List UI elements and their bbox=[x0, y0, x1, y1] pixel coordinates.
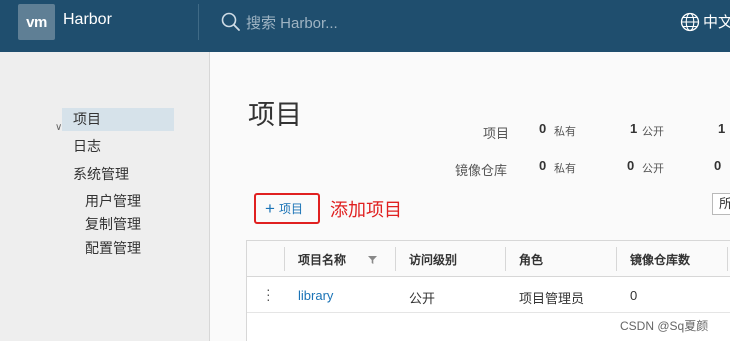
column-separator bbox=[727, 247, 728, 271]
language-selector[interactable]: 中文 bbox=[703, 11, 730, 32]
repos-public-label: 公开 bbox=[642, 163, 664, 175]
app-brand[interactable]: Harbor bbox=[63, 11, 112, 29]
vmware-logo[interactable]: vm bbox=[18, 4, 55, 40]
repos-stat-label: 镜像仓库 bbox=[455, 163, 508, 178]
role-cell: 项目管理员 bbox=[519, 291, 585, 306]
chevron-down-icon[interactable]: ∨ bbox=[55, 122, 62, 133]
projects-total-count: 1 bbox=[718, 121, 726, 136]
search-icon[interactable] bbox=[221, 12, 241, 32]
sidebar-item-logs[interactable]: 日志 bbox=[62, 135, 174, 158]
repos-public-count: 0 bbox=[627, 158, 635, 173]
kebab-menu-icon[interactable]: · · · bbox=[266, 282, 271, 306]
new-project-label: 项目 bbox=[278, 202, 303, 216]
sidebar-item-user-management[interactable]: 用户管理 bbox=[85, 191, 141, 211]
projects-private-label: 私有 bbox=[554, 126, 576, 138]
projects-public-count: 1 bbox=[630, 121, 638, 136]
column-header-project-name[interactable]: 项目名称 bbox=[298, 251, 346, 268]
plus-icon: + bbox=[265, 199, 275, 218]
repos-private-label: 私有 bbox=[554, 163, 576, 175]
filter-icon[interactable] bbox=[368, 256, 377, 264]
table-header: 项目名称 访问级别 角色 镜像仓库数 bbox=[247, 241, 730, 277]
projects-public-label: 公开 bbox=[642, 126, 664, 138]
column-separator bbox=[395, 247, 396, 271]
column-header-access-level[interactable]: 访问级别 bbox=[409, 251, 457, 268]
header-divider bbox=[198, 4, 199, 40]
project-name-link[interactable]: library bbox=[298, 288, 333, 303]
column-header-repo-count[interactable]: 镜像仓库数 bbox=[630, 251, 690, 268]
sidebar-item-projects[interactable]: 项目 bbox=[62, 108, 174, 131]
repos-total-count: 0 bbox=[714, 158, 722, 173]
table-row[interactable]: · · · library 公开 项目管理员 0 bbox=[247, 277, 730, 313]
column-separator bbox=[505, 247, 506, 271]
globe-icon[interactable] bbox=[680, 12, 700, 32]
repos-private-count: 0 bbox=[539, 158, 547, 173]
new-project-button[interactable]: + 项目 bbox=[254, 193, 320, 224]
repo-count-cell: 0 bbox=[630, 288, 638, 303]
column-header-role[interactable]: 角色 bbox=[519, 251, 543, 268]
column-separator bbox=[284, 247, 285, 271]
sidebar-item-system-admin[interactable]: 系统管理 bbox=[62, 163, 174, 186]
search-input[interactable]: 搜索 Harbor... bbox=[246, 12, 338, 33]
top-header: vm Harbor 搜索 Harbor... 中文 bbox=[0, 0, 730, 52]
watermark: CSDN @Sq夏颜 bbox=[620, 319, 709, 333]
access-level-cell: 公开 bbox=[409, 291, 436, 306]
sidebar-item-configuration[interactable]: 配置管理 bbox=[85, 238, 141, 258]
sidebar-item-replication[interactable]: 复制管理 bbox=[85, 214, 141, 234]
column-separator bbox=[616, 247, 617, 271]
page-title: 项目 bbox=[248, 100, 302, 130]
filter-select[interactable]: 所 bbox=[712, 193, 730, 215]
projects-stat-label: 项目 bbox=[483, 126, 510, 141]
projects-private-count: 0 bbox=[539, 121, 547, 136]
annotation-text: 添加项目 bbox=[330, 200, 402, 220]
